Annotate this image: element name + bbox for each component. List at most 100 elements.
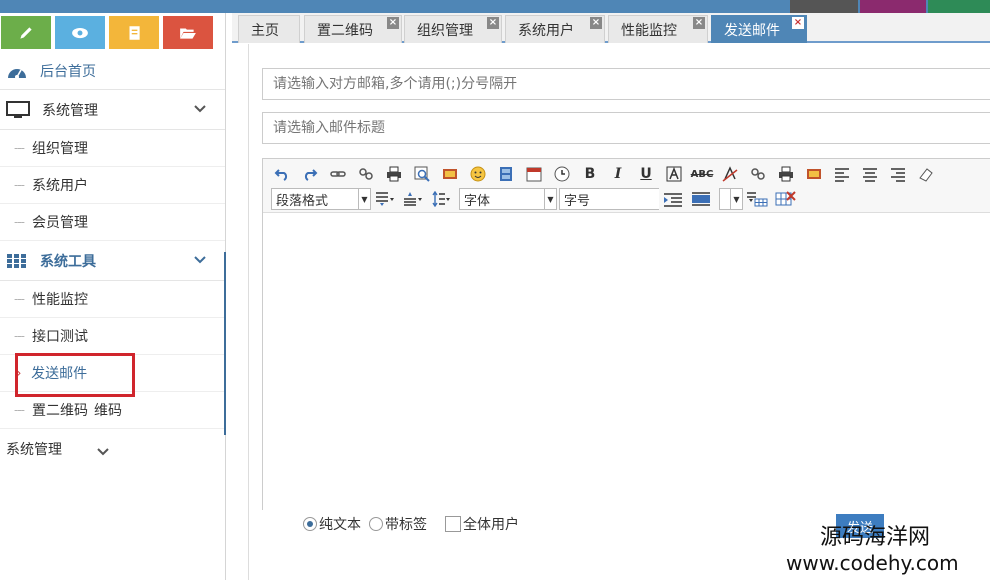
grid-icon bbox=[7, 253, 26, 268]
block-icon[interactable] bbox=[689, 189, 713, 209]
shortcut-book-button[interactable] bbox=[109, 16, 159, 49]
eye-icon bbox=[72, 27, 88, 38]
anchor-icon[interactable] bbox=[749, 165, 767, 183]
bold-icon[interactable]: B bbox=[581, 165, 599, 183]
table-insert-icon[interactable] bbox=[745, 189, 769, 209]
editor-toolbar-row: 段落格式 ▼ 字体 ▼ 字号 ▼ bbox=[271, 188, 799, 210]
tree-dash: --- bbox=[14, 178, 25, 192]
top-strip-block bbox=[790, 0, 858, 13]
table-delete-icon[interactable] bbox=[773, 189, 797, 209]
sidebar-group-system-management[interactable]: 系统管理 bbox=[0, 90, 225, 130]
sidebar-item-org-management[interactable]: --- 组织管理 bbox=[0, 130, 225, 167]
block-style-select[interactable]: ▼ bbox=[719, 188, 743, 210]
print-icon[interactable] bbox=[385, 165, 403, 183]
chevron-down-icon bbox=[194, 105, 206, 113]
preview-icon[interactable] bbox=[413, 165, 431, 183]
image-icon[interactable] bbox=[441, 165, 459, 183]
sidebar-item-system-users[interactable]: --- 系统用户 bbox=[0, 167, 225, 204]
rich-text-editor: B I U ABC 段落格式 ▼ 字体 ▼ 字号 ▼ bbox=[262, 158, 990, 510]
watermark: 源码海洋网 www.codehy.com bbox=[786, 525, 990, 575]
paragraph-format-select[interactable]: 段落格式 ▼ bbox=[271, 188, 371, 210]
watermark-line2: www.codehy.com bbox=[786, 551, 959, 575]
recipient-email-input[interactable] bbox=[262, 68, 990, 100]
strikethrough-icon[interactable]: ABC bbox=[691, 165, 714, 183]
shortcut-bar bbox=[0, 13, 225, 53]
tree-dash: --- bbox=[14, 215, 25, 229]
sidebar-item-performance-monitor[interactable]: --- 性能监控 bbox=[0, 281, 225, 318]
undo-icon[interactable] bbox=[273, 165, 291, 183]
sidebar-item-label: 后台首页 bbox=[40, 64, 96, 80]
align-left-icon[interactable] bbox=[833, 165, 851, 183]
sidebar-item-label: 性能监控 bbox=[32, 292, 88, 308]
font-border-icon[interactable] bbox=[665, 165, 683, 183]
sidebar-item-member-management[interactable]: --- 会员管理 bbox=[0, 204, 225, 241]
tab-label: 置二维码 bbox=[317, 22, 373, 39]
clock-icon[interactable] bbox=[553, 165, 571, 183]
dashboard-icon bbox=[8, 69, 26, 79]
close-icon[interactable]: × bbox=[792, 17, 804, 29]
paragraph-spacing-top-icon[interactable] bbox=[373, 189, 397, 209]
font-size-select[interactable]: 字号 bbox=[559, 188, 659, 210]
emoji-icon[interactable] bbox=[469, 165, 487, 183]
italic-icon[interactable]: I bbox=[609, 165, 627, 183]
chevron-down-icon: ▼ bbox=[730, 189, 742, 209]
chevron-down-icon: ▼ bbox=[358, 189, 370, 209]
email-subject-input[interactable] bbox=[262, 112, 990, 144]
sidebar-group-label: 系统管理 bbox=[6, 442, 62, 458]
align-right-icon[interactable] bbox=[889, 165, 907, 183]
media-icon[interactable] bbox=[497, 165, 515, 183]
main-content: B I U ABC 段落格式 ▼ bbox=[248, 44, 990, 580]
sidebar-group-system-tools[interactable]: 系统工具 bbox=[0, 241, 225, 281]
font-color-icon[interactable] bbox=[721, 165, 739, 183]
plain-text-radio[interactable] bbox=[303, 517, 317, 531]
calendar-icon[interactable] bbox=[525, 165, 543, 183]
font-family-value: 字体 bbox=[464, 193, 491, 209]
sidebar-group-system-management-bottom[interactable]: 系统管理 bbox=[0, 429, 225, 469]
tab-qrcode[interactable]: 置二维码 × bbox=[304, 15, 402, 43]
sidebar-item-label: 置二维码 bbox=[32, 403, 88, 419]
sidebar-item-label: 接口测试 bbox=[32, 329, 88, 345]
shortcut-eye-button[interactable] bbox=[55, 16, 105, 49]
tab-label: 发送邮件 bbox=[724, 22, 780, 39]
image-icon[interactable] bbox=[805, 165, 823, 183]
line-height-icon[interactable] bbox=[429, 189, 453, 209]
sidebar-item-label: 组织管理 bbox=[32, 141, 88, 157]
tab-performance-monitor[interactable]: 性能监控 × bbox=[608, 15, 708, 43]
shortcut-pencil-button[interactable] bbox=[1, 16, 51, 49]
font-family-select[interactable]: 字体 ▼ bbox=[459, 188, 557, 210]
paragraph-spacing-bottom-icon[interactable] bbox=[401, 189, 425, 209]
chevron-down-icon bbox=[194, 256, 206, 264]
indent-icon[interactable] bbox=[661, 189, 685, 209]
font-size-value: 字号 bbox=[564, 193, 591, 209]
print-icon[interactable] bbox=[777, 165, 795, 183]
underline-icon[interactable]: U bbox=[637, 165, 655, 183]
link-icon[interactable] bbox=[329, 165, 347, 183]
tree-dash: --- bbox=[14, 329, 25, 343]
close-icon[interactable]: × bbox=[487, 17, 499, 29]
close-icon[interactable]: × bbox=[387, 17, 399, 29]
align-center-icon[interactable] bbox=[861, 165, 879, 183]
tab-home[interactable]: 主页 bbox=[238, 15, 300, 43]
sidebar-item-home[interactable]: 后台首页 bbox=[0, 53, 225, 90]
sidebar-item-qrcode[interactable]: --- 置二维码 维码 bbox=[0, 392, 225, 429]
with-tags-radio[interactable] bbox=[369, 517, 383, 531]
unlink-icon[interactable] bbox=[357, 165, 375, 183]
tab-system-users[interactable]: 系统用户 × bbox=[505, 15, 605, 43]
chevron-down-icon: ▼ bbox=[544, 189, 556, 209]
all-users-label: 全体用户 bbox=[463, 517, 519, 533]
sidebar-item-api-test[interactable]: --- 接口测试 bbox=[0, 318, 225, 355]
eraser-icon[interactable] bbox=[917, 165, 935, 183]
with-tags-label: 带标签 bbox=[385, 517, 427, 533]
tab-org-management[interactable]: 组织管理 × bbox=[404, 15, 502, 43]
all-users-checkbox[interactable] bbox=[445, 516, 461, 532]
close-icon[interactable]: × bbox=[590, 17, 602, 29]
editor-content-area[interactable] bbox=[263, 213, 990, 510]
shortcut-folder-button[interactable] bbox=[163, 16, 213, 49]
sidebar-group-label: 系统管理 bbox=[42, 102, 98, 119]
pencil-icon bbox=[20, 26, 32, 39]
tree-dash: --- bbox=[14, 292, 25, 306]
close-icon[interactable]: × bbox=[693, 17, 705, 29]
tab-send-email[interactable]: 发送邮件 × bbox=[711, 15, 807, 43]
redo-icon[interactable] bbox=[301, 165, 319, 183]
sidebar-item-label-extra: 维码 bbox=[94, 403, 122, 419]
